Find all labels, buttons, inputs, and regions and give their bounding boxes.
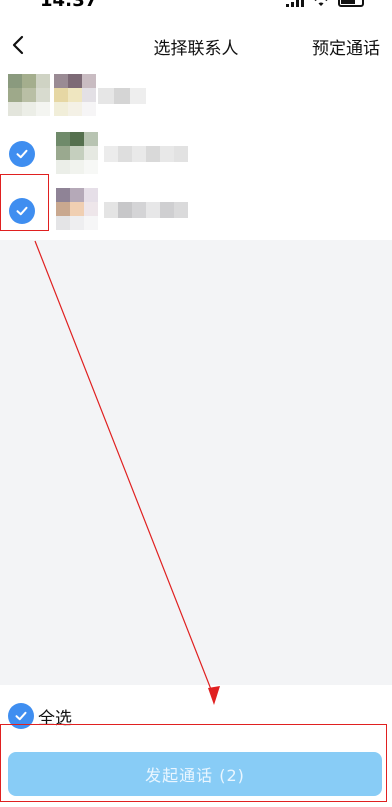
wifi-icon [314,0,328,6]
avatar [54,74,96,116]
contact-name-redacted [104,202,188,218]
signal-icon [286,0,304,7]
status-icons [286,0,364,8]
checkmark-icon [16,149,28,159]
contact-row[interactable] [0,126,392,182]
avatar [56,132,98,174]
header: 选择联系人 预定通话 [0,20,392,70]
contact-name-redacted [104,146,188,162]
checkbox-checked[interactable] [9,141,35,167]
battery-icon [338,0,364,7]
annotation-box-button [0,724,387,802]
empty-area [0,240,392,685]
schedule-call-button[interactable]: 预定通话 [312,34,380,59]
avatar [56,188,98,230]
annotation-box-checkbox [0,174,49,231]
contact-row[interactable] [0,70,392,126]
status-bar: 14:37 [0,0,392,20]
contact-list [0,70,392,240]
status-time: 14:37 [40,0,98,11]
contact-row[interactable] [0,182,392,238]
avatar [8,74,50,116]
contact-name-redacted [98,88,146,104]
checkmark-icon [15,711,27,721]
